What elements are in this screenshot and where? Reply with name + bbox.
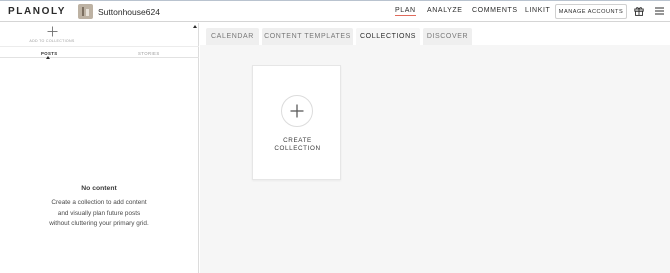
active-tab-caret-icon: [46, 56, 50, 59]
hamburger-menu-icon[interactable]: [655, 7, 664, 15]
subtab-stories[interactable]: STORIES: [138, 51, 160, 56]
main-tabs: CALENDAR CONTENT TEMPLATES COLLECTIONS D…: [200, 23, 670, 45]
tab-calendar[interactable]: CALENDAR: [206, 28, 259, 45]
nav-plan[interactable]: PLAN: [395, 7, 416, 16]
gift-icon[interactable]: [634, 6, 644, 16]
nav-linkit[interactable]: LINKIT: [525, 7, 550, 14]
tab-discover[interactable]: DISCOVER: [423, 28, 472, 45]
caret-up-icon[interactable]: [193, 25, 197, 28]
create-label-line2: COLLECTION: [274, 144, 321, 152]
plus-icon: [290, 104, 304, 118]
create-collection-card[interactable]: CREATE COLLECTION: [252, 65, 341, 180]
empty-state-line: Create a collection to add content: [51, 199, 147, 206]
empty-state-title: No content: [81, 185, 117, 192]
sidebar-subtabs: POSTS STORIES: [0, 46, 199, 59]
create-collection-label: CREATE COLLECTION: [253, 137, 342, 152]
tab-collections[interactable]: COLLECTIONS: [356, 28, 420, 45]
manage-accounts-button[interactable]: MANAGE ACCOUNTS: [555, 4, 627, 19]
empty-state-line: without cluttering your primary grid.: [49, 220, 149, 227]
add-to-collections-label[interactable]: ADD TO COLLECTIONS: [0, 39, 104, 43]
planoly-logo[interactable]: PLANOLY: [8, 6, 66, 17]
account-name: Suttonhouse624: [98, 6, 160, 17]
create-label-line1: CREATE: [283, 137, 312, 144]
empty-state-description: Create a collection to add content and v…: [30, 198, 168, 230]
tab-content-templates[interactable]: CONTENT TEMPLATES: [262, 28, 353, 45]
nav-analyze[interactable]: ANALYZE: [427, 7, 463, 14]
nav-comments[interactable]: COMMENTS: [472, 7, 518, 14]
main-content: CALENDAR CONTENT TEMPLATES COLLECTIONS D…: [200, 23, 670, 273]
create-collection-circle[interactable]: [281, 95, 313, 127]
empty-state-line: and visually plan future posts: [57, 209, 141, 217]
account-avatar: [78, 4, 93, 19]
top-navigation-bar: PLANOLY Suttonhouse624 PLAN ANALYZE COMM…: [0, 0, 670, 22]
account-switcher[interactable]: Suttonhouse624: [78, 4, 160, 19]
sidebar-panel: ADD TO COLLECTIONS POSTS STORIES No cont…: [0, 23, 199, 273]
add-to-collections-plus-icon[interactable]: [47, 26, 58, 37]
